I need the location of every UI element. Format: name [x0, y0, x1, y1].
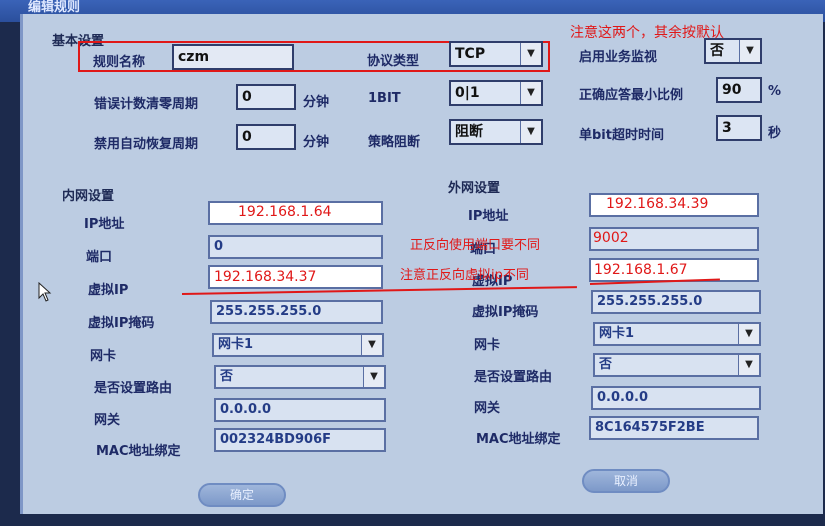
- outer-ip-label: IP地址: [468, 209, 509, 224]
- inner-mac-input[interactable]: 002324BD906F: [214, 428, 386, 452]
- outer-mask-input[interactable]: 255.255.255.0: [591, 290, 761, 314]
- outer-vip-value: 192.168.1.67: [594, 262, 688, 278]
- monitor-label: 启用业务监视: [579, 50, 658, 65]
- chevron-down-icon[interactable]: ▼: [738, 324, 759, 344]
- inner-route-select[interactable]: 否 ▼: [214, 365, 386, 389]
- inner-port-label: 端口: [86, 250, 113, 265]
- monitor-select[interactable]: 否 ▼: [704, 38, 762, 64]
- outer-section-title: 外网设置: [448, 181, 501, 196]
- chevron-down-icon[interactable]: ▼: [739, 40, 760, 62]
- inner-ip-value: 192.168.1.64: [238, 204, 332, 220]
- outer-route-value: 否: [599, 357, 613, 372]
- ok-button[interactable]: 确定: [198, 483, 286, 507]
- error-reset-period-input[interactable]: 0: [236, 84, 296, 110]
- outer-ip-value: 192.168.34.39: [606, 196, 709, 212]
- seconds-unit-label: 秒: [768, 126, 782, 141]
- outer-gateway-input[interactable]: 0.0.0.0: [591, 386, 761, 410]
- annotation-top-note: 注意这两个，其余按默认: [570, 25, 724, 41]
- bit-label: 1BIT: [368, 91, 401, 106]
- outer-mac-label: MAC地址绑定: [476, 432, 561, 447]
- inner-mac-label: MAC地址绑定: [96, 444, 181, 459]
- disable-recover-period-label: 禁用自动恢复周期: [94, 137, 199, 152]
- outer-nic-select[interactable]: 网卡1 ▼: [593, 322, 761, 346]
- percent-unit-label: %: [768, 84, 782, 99]
- vip-annotation-note: 注意正反向虚拟ip不同: [400, 268, 529, 283]
- outer-mask-label: 虚拟IP掩码: [472, 305, 539, 320]
- outer-nic-value: 网卡1: [599, 326, 635, 341]
- cancel-button[interactable]: 取消: [582, 469, 670, 493]
- rule-name-label: 规则名称: [93, 55, 146, 70]
- inner-ip-label: IP地址: [84, 217, 125, 232]
- policy-block-label: 策略阻断: [368, 135, 421, 150]
- outer-nic-label: 网卡: [474, 338, 501, 353]
- policy-block-select[interactable]: 阻断 ▼: [449, 119, 543, 145]
- min-ratio-input[interactable]: 90: [716, 77, 762, 103]
- outer-mac-input[interactable]: 8C164575F2BE: [589, 416, 759, 440]
- chevron-down-icon[interactable]: ▼: [363, 367, 384, 387]
- inner-section-title: 内网设置: [62, 189, 115, 204]
- protocol-label: 协议类型: [367, 54, 420, 69]
- min-ratio-label: 正确应答最小比例: [579, 88, 684, 103]
- minute-unit-label: 分钟: [303, 95, 330, 110]
- mouse-cursor-icon: [38, 282, 52, 302]
- error-reset-period-label: 错误计数清零周期: [94, 97, 199, 112]
- inner-vip-value: 192.168.34.37: [214, 269, 317, 285]
- chevron-down-icon[interactable]: ▼: [738, 355, 759, 375]
- bit-value: 0|1: [455, 85, 480, 101]
- rule-name-input[interactable]: czm: [172, 44, 294, 70]
- chevron-down-icon[interactable]: ▼: [361, 335, 382, 355]
- inner-route-value: 否: [220, 369, 234, 384]
- bit-timeout-label: 单bit超时时间: [579, 128, 664, 143]
- policy-block-value: 阻断: [455, 124, 483, 140]
- outer-gateway-label: 网关: [474, 401, 501, 416]
- inner-gateway-input[interactable]: 0.0.0.0: [214, 398, 386, 422]
- bit-timeout-input[interactable]: 3: [716, 115, 762, 141]
- monitor-value: 否: [710, 43, 724, 59]
- protocol-select[interactable]: TCP ▼: [449, 41, 543, 67]
- inner-mask-input[interactable]: 255.255.255.0: [210, 300, 383, 324]
- chevron-down-icon[interactable]: ▼: [520, 82, 541, 104]
- minute-unit-label-2: 分钟: [303, 135, 330, 150]
- inner-nic-value: 网卡1: [218, 337, 254, 352]
- bit-select[interactable]: 0|1 ▼: [449, 80, 543, 106]
- inner-port-input[interactable]: 0: [208, 235, 383, 259]
- inner-nic-label: 网卡: [90, 349, 117, 364]
- chevron-down-icon[interactable]: ▼: [520, 43, 541, 65]
- disable-recover-period-input[interactable]: 0: [236, 124, 296, 150]
- inner-nic-select[interactable]: 网卡1 ▼: [212, 333, 384, 357]
- chevron-down-icon[interactable]: ▼: [520, 121, 541, 143]
- outer-route-select[interactable]: 否 ▼: [593, 353, 761, 377]
- inner-route-label: 是否设置路由: [94, 381, 173, 396]
- inner-vip-label: 虚拟IP: [88, 283, 129, 298]
- inner-mask-label: 虚拟IP掩码: [88, 316, 155, 331]
- inner-gateway-label: 网关: [94, 413, 121, 428]
- protocol-value: TCP: [455, 46, 486, 62]
- outer-port-value: 9002: [593, 230, 629, 246]
- port-annotation-note: 正反向使用端口要不同: [410, 238, 541, 253]
- outer-route-label: 是否设置路由: [474, 370, 553, 385]
